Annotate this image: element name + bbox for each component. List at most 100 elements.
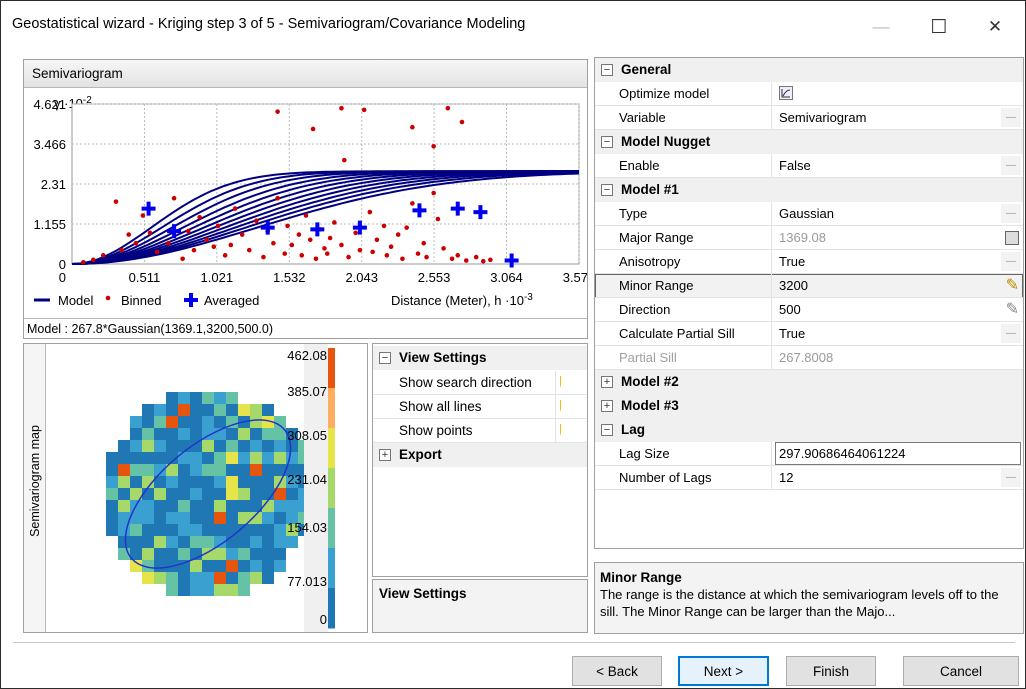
- collapse-icon[interactable]: −: [601, 64, 613, 76]
- property-row[interactable]: Optimize model: [595, 82, 1023, 106]
- map-cell: [190, 404, 202, 416]
- close-button[interactable]: ✕: [972, 10, 1018, 44]
- property-row[interactable]: Enable False —: [595, 154, 1023, 178]
- dropdown-button[interactable]: —: [1001, 324, 1021, 343]
- map-cell: [166, 512, 178, 524]
- dropdown-button[interactable]: —: [1001, 108, 1021, 127]
- map-cell: [238, 500, 250, 512]
- map-cell: [214, 488, 226, 500]
- map-cell: [178, 548, 190, 560]
- cancel-button[interactable]: Cancel: [903, 656, 1019, 686]
- expand-icon[interactable]: +: [379, 449, 391, 461]
- binned-point: [367, 209, 373, 215]
- map-cell: [118, 440, 130, 452]
- map-cell: [130, 452, 142, 464]
- collapse-icon[interactable]: −: [601, 136, 613, 148]
- binned-point: [488, 257, 493, 263]
- binned-point: [415, 251, 421, 256]
- view-setting-item[interactable]: Show points |: [373, 419, 587, 443]
- scale-label: 154.03: [287, 520, 327, 535]
- collapse-icon[interactable]: −: [601, 184, 613, 196]
- property-name: Major Range: [619, 230, 694, 245]
- semivariogram-map[interactable]: 462.08 385.07 308.05 231.04 154.03 77.013 0: [46, 344, 366, 632]
- property-value[interactable]: Gaussian: [779, 206, 834, 221]
- binned-point: [361, 107, 367, 113]
- property-value[interactable]: 3200: [779, 278, 808, 293]
- property-row[interactable]: Major Range 1369.08: [595, 226, 1023, 250]
- property-value[interactable]: Semivariogram: [779, 110, 866, 125]
- binned-point: [90, 257, 96, 263]
- map-cell: [154, 488, 166, 500]
- next-button[interactable]: Next >: [678, 656, 769, 686]
- map-cell: [262, 524, 274, 536]
- color-scale-segment: [328, 508, 335, 549]
- map-cell: [238, 404, 250, 416]
- property-row[interactable]: Partial Sill 267.8008: [595, 346, 1023, 370]
- expand-icon[interactable]: +: [601, 376, 613, 388]
- category-model3[interactable]: + Model #3: [595, 394, 1023, 418]
- property-value[interactable]: 12: [779, 470, 793, 485]
- category-general[interactable]: − General: [595, 58, 1023, 82]
- dropdown-button[interactable]: —: [1001, 204, 1021, 223]
- collapse-icon[interactable]: −: [601, 424, 613, 436]
- map-cell: [190, 512, 202, 524]
- property-name: Minor Range: [619, 278, 694, 293]
- finish-button[interactable]: Finish: [786, 656, 876, 686]
- property-value[interactable]: False: [779, 158, 811, 173]
- export-category[interactable]: + Export: [373, 443, 587, 467]
- property-value[interactable]: True: [779, 254, 805, 269]
- dropdown-icon[interactable]: |: [559, 399, 562, 411]
- binned-point: [299, 253, 305, 258]
- property-grid[interactable]: − General Optimize model Variable Semivariog…: [594, 57, 1024, 549]
- map-cell: [190, 560, 202, 572]
- property-row[interactable]: Lag Size 297.90686464061224: [595, 442, 1023, 466]
- property-row[interactable]: Minor Range 3200 ✎: [595, 274, 1023, 298]
- view-setting-item[interactable]: Show all lines |: [373, 395, 587, 419]
- dropdown-button[interactable]: —: [1001, 252, 1021, 271]
- view-setting-item[interactable]: Show search direction |: [373, 371, 587, 395]
- category-model2[interactable]: + Model #2: [595, 370, 1023, 394]
- property-row[interactable]: Number of Lags 12 —: [595, 466, 1023, 490]
- expand-icon[interactable]: +: [601, 400, 613, 412]
- calculator-icon[interactable]: [1005, 231, 1019, 245]
- binned-point: [307, 237, 313, 243]
- map-cell: [238, 536, 250, 548]
- map-cell: [202, 524, 214, 536]
- property-row[interactable]: Type Gaussian —: [595, 202, 1023, 226]
- view-settings-description: View Settings: [372, 579, 588, 633]
- view-settings-category[interactable]: − View Settings: [373, 346, 587, 370]
- dropdown-button[interactable]: —: [1001, 156, 1021, 175]
- category-model1[interactable]: − Model #1: [595, 178, 1023, 202]
- property-row[interactable]: Direction 500 ✎: [595, 298, 1023, 322]
- binned-point: [395, 232, 401, 237]
- map-cell: [202, 464, 214, 476]
- property-row[interactable]: Variable Semivariogram —: [595, 106, 1023, 130]
- collapse-icon[interactable]: −: [379, 352, 391, 364]
- property-row[interactable]: Calculate Partial Sill True —: [595, 322, 1023, 346]
- dropdown-button[interactable]: —: [1001, 468, 1021, 487]
- minimize-button[interactable]: —: [858, 10, 904, 44]
- maximize-button[interactable]: ☐: [916, 10, 962, 44]
- category-label: Model Nugget: [621, 134, 711, 149]
- pencil-icon[interactable]: ✎: [1006, 275, 1019, 295]
- category-model-nugget[interactable]: − Model Nugget: [595, 130, 1023, 154]
- property-row[interactable]: Anisotropy True —: [595, 250, 1023, 274]
- semivariogram-chart[interactable]: γ ·10-2 01.1552.313.4664.6210.511 1.021 1.…: [24, 88, 587, 338]
- binned-point: [480, 258, 486, 264]
- dropdown-icon[interactable]: |: [559, 375, 562, 387]
- property-value[interactable]: 500: [779, 302, 801, 317]
- property-value[interactable]: True: [779, 326, 805, 341]
- dropdown-icon[interactable]: |: [559, 423, 562, 435]
- map-cell: [202, 584, 214, 596]
- description-title: Minor Range: [600, 570, 682, 585]
- optimize-icon[interactable]: [779, 86, 793, 100]
- map-cell: [226, 428, 238, 440]
- pencil-icon[interactable]: ✎: [1006, 299, 1019, 319]
- property-value[interactable]: 297.90686464061224: [779, 446, 906, 461]
- map-cell: [250, 560, 262, 572]
- map-cell: [262, 440, 274, 452]
- property-name: Calculate Partial Sill: [619, 326, 735, 341]
- category-lag[interactable]: − Lag: [595, 418, 1023, 442]
- map-cell: [202, 392, 214, 404]
- back-button[interactable]: < Back: [572, 656, 662, 686]
